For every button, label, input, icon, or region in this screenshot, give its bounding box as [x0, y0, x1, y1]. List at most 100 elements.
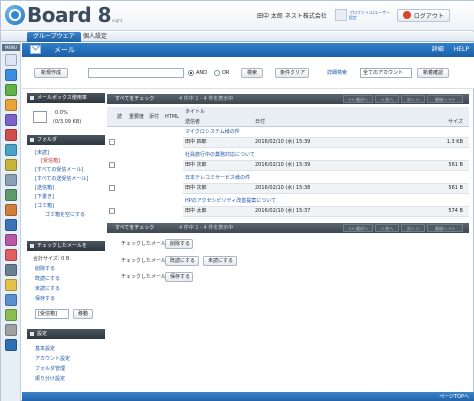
bottom-save-button[interactable]: 保存する — [165, 272, 193, 282]
check-new-button[interactable]: 新着確認 — [417, 68, 449, 78]
settings-folder[interactable]: フォルダ管理 — [35, 365, 65, 373]
col-sender[interactable]: 送信者 — [185, 118, 200, 126]
schedule-icon[interactable] — [5, 84, 17, 96]
folder-all-mail[interactable]: [すべての送受信メール] — [35, 175, 88, 183]
folder-unread[interactable]: [未読] — [35, 149, 49, 157]
move-folder-select[interactable]: [受信箱] — [35, 309, 69, 319]
pager-first-top[interactable]: << 最初へ — [343, 95, 373, 103]
action-label: チェックしたメールを — [121, 258, 172, 264]
bottom-mark-read-button[interactable]: 既読にする — [165, 256, 199, 266]
row-checkbox[interactable] — [109, 185, 115, 191]
timecard-icon[interactable] — [5, 189, 17, 201]
profile-icon[interactable] — [334, 9, 347, 21]
address-book-icon[interactable] — [5, 144, 17, 156]
row-subject[interactable]: マイクロシステム様の件 — [185, 128, 240, 137]
favorite-icon[interactable] — [5, 279, 17, 291]
settings-basic[interactable]: 基本設定 — [35, 345, 55, 353]
row-date: 2016/02/10 (水) 15:37 — [255, 208, 311, 214]
pager-last-top[interactable]: 最後へ >> — [427, 95, 463, 103]
row-subject[interactable]: 社員旅行中の業務対応について — [185, 151, 255, 160]
home-icon[interactable] — [5, 54, 17, 66]
clear-conditions-button[interactable]: 条件クリア — [275, 68, 309, 78]
row-subject[interactable]: HPのアクセシビリティ改善提案について — [185, 197, 276, 206]
search-icon[interactable] — [5, 324, 17, 336]
pager-last-bottom[interactable]: 最後へ >> — [427, 224, 463, 232]
profile-link[interactable]: プロファイル/ユーザー設定 — [349, 10, 393, 20]
check-all-bottom[interactable]: すべてをチェック — [115, 223, 154, 233]
row-checkbox[interactable] — [109, 139, 115, 145]
or-label: OR — [222, 70, 230, 76]
pager-next-bottom[interactable]: 次へ > — [401, 224, 425, 232]
col-title[interactable]: タイトル — [185, 108, 205, 116]
left-mark-read-link[interactable]: 既読にする — [35, 275, 60, 283]
checked-mail-head: チェックしたメールを — [27, 241, 105, 251]
folder-inbox[interactable]: [受信箱] — [41, 157, 60, 165]
pager-prev-top[interactable]: < 前へ — [375, 95, 399, 103]
row-checkbox[interactable] — [109, 208, 115, 214]
row-sender: 田中 太郎 — [185, 208, 207, 214]
pager-next-top[interactable]: 次へ > — [401, 95, 425, 103]
advanced-search-link[interactable]: 詳細検索 — [327, 68, 347, 78]
search-bar: 新規作成 AND OR 検索 条件クリア 詳細検索 全てのアカウント 新着確認 — [22, 57, 474, 89]
settings-filter[interactable]: 振り分け設定 — [35, 375, 65, 383]
or-radio[interactable] — [214, 70, 220, 76]
folder-trash[interactable]: [ゴミ箱] — [35, 202, 54, 210]
folder-sent[interactable]: [送信箱] — [35, 184, 54, 192]
action-label: チェックしたメールを — [121, 274, 172, 280]
pager-first-bottom[interactable]: << 最初へ — [343, 224, 373, 232]
circular-icon[interactable] — [5, 309, 17, 321]
folder-all-received[interactable]: [すべての受信メール] — [35, 166, 83, 174]
board-icon[interactable] — [5, 99, 17, 111]
empty-trash-link[interactable]: ゴミ箱を空にする — [45, 211, 85, 219]
document-icon[interactable] — [5, 204, 17, 216]
search-button[interactable]: 検索 — [241, 68, 263, 78]
and-radio[interactable] — [188, 70, 194, 76]
todo-icon[interactable] — [5, 129, 17, 141]
tab-personal-settings[interactable]: 個人設定 — [77, 32, 113, 42]
survey-icon[interactable] — [5, 234, 17, 246]
col-size[interactable]: サイズ — [448, 118, 463, 126]
project-icon[interactable] — [5, 264, 17, 276]
page-top-link[interactable]: ページTOPへ — [439, 392, 469, 401]
col-read[interactable]: 読 — [117, 113, 122, 121]
logout-button[interactable]: ログアウト — [396, 8, 450, 22]
left-save-link[interactable]: 保存する — [35, 295, 55, 303]
list-toolbar-bottom: すべてをチェック 4 件中 1 - 4 件を表示中 << 最初へ < 前へ 次へ… — [107, 223, 469, 233]
globe-icon[interactable] — [5, 339, 17, 351]
left-mark-unread-link[interactable]: 未読にする — [35, 285, 60, 293]
pager-prev-bottom[interactable]: < 前へ — [375, 224, 399, 232]
usage-percent: 0.0% — [55, 110, 68, 116]
link-icon[interactable] — [5, 294, 17, 306]
settings-account[interactable]: アカウント設定 — [35, 355, 70, 363]
new-mail-button[interactable]: 新規作成 — [34, 68, 68, 78]
logout-label: ログアウト — [413, 12, 444, 20]
mailbox-usage-head: メールボックス使用率 — [27, 93, 105, 103]
report-icon[interactable] — [5, 219, 17, 231]
check-all-top[interactable]: すべてをチェック — [115, 94, 154, 104]
list-toolbar-top: すべてをチェック 4 件中 1 - 4 件を表示中 << 最初へ < 前へ 次へ… — [107, 94, 469, 104]
help-link[interactable]: HELP — [454, 46, 469, 53]
row-subject[interactable]: 日本テレコミサービス様の件 — [185, 174, 250, 183]
col-importance[interactable]: 重要度 — [129, 113, 144, 121]
message-icon[interactable] — [5, 249, 17, 261]
bottom-mark-unread-button[interactable]: 未読にする — [203, 256, 237, 266]
logo[interactable]: Board 8 eight — [5, 3, 122, 27]
detail-link[interactable]: 詳細 — [432, 46, 444, 53]
folder-drafts[interactable]: [下書き] — [35, 193, 54, 201]
col-html[interactable]: HTML — [165, 113, 179, 121]
account-select[interactable]: 全てのアカウント — [360, 68, 412, 78]
row-checkbox[interactable] — [109, 162, 115, 168]
facility-icon[interactable] — [5, 174, 17, 186]
tab-groupware[interactable]: グループウェア — [27, 32, 81, 42]
search-input[interactable] — [88, 68, 184, 78]
col-date[interactable]: 日付 — [255, 118, 265, 126]
mail-icon[interactable] — [5, 69, 17, 81]
memo-icon[interactable] — [5, 159, 17, 171]
and-label: AND — [196, 70, 208, 76]
left-delete-link[interactable]: 削除する — [35, 265, 55, 273]
workflow-icon[interactable] — [5, 114, 17, 126]
move-button[interactable]: 移動 — [73, 309, 93, 319]
col-attach[interactable]: 添付 — [149, 113, 159, 121]
bottom-delete-button[interactable]: 削除する — [165, 239, 193, 249]
logo-text: Board 8 — [27, 3, 112, 27]
